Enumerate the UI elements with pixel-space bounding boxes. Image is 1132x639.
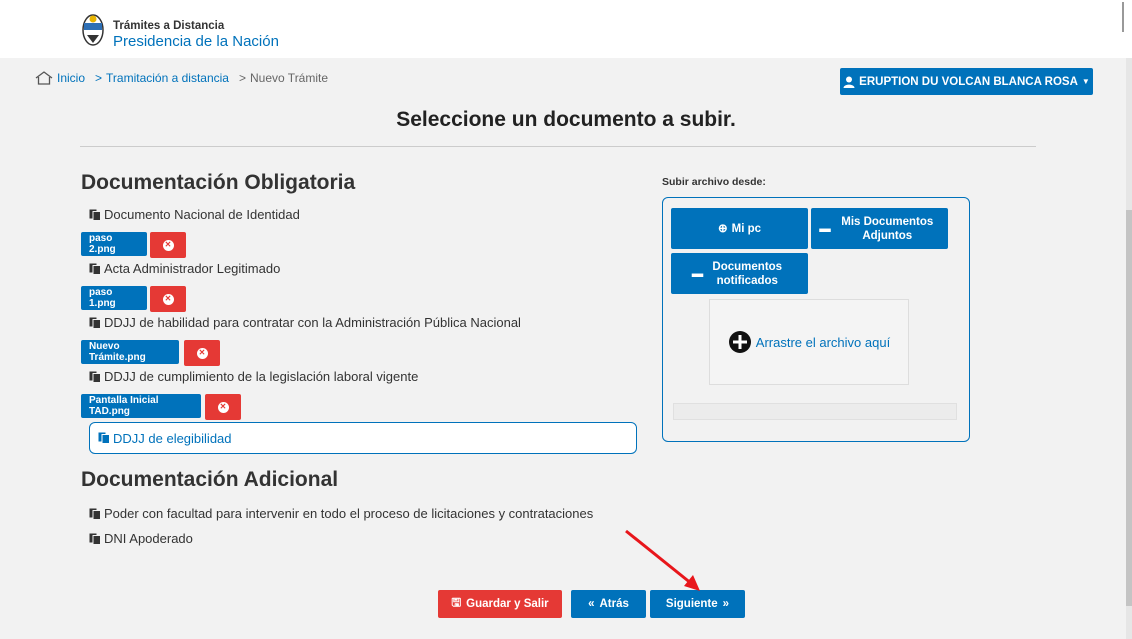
mis-documentos-label: Mis Documentos Adjuntos xyxy=(841,215,934,242)
section-title-obligatoria: Documentación Obligatoria xyxy=(81,171,356,194)
breadcrumb-separator: > xyxy=(95,71,103,85)
national-seal-icon xyxy=(82,14,104,46)
additional-doc-item[interactable]: Poder con facultad para intervenir en to… xyxy=(89,506,593,521)
attached-file-chip[interactable]: paso 2.png xyxy=(81,232,147,256)
selected-doc-label: DDJJ de elegibilidad xyxy=(113,430,232,446)
dropzone-label: Arrastre el archivo aquí xyxy=(755,334,891,350)
main-area: Inicio > Tramitación a distancia > Nuevo… xyxy=(0,58,1132,639)
document-icon xyxy=(89,533,101,545)
close-icon: ✕ xyxy=(162,239,174,251)
divider xyxy=(80,146,1036,147)
page-title: Seleccione un documento a subir. xyxy=(396,108,736,131)
annotation-arrow-icon xyxy=(625,529,700,591)
caret-down-icon: ▼ xyxy=(1081,77,1090,86)
attached-file-chip[interactable]: Nuevo Trámite.png xyxy=(81,340,179,364)
brand-title[interactable]: Presidencia de la Nación xyxy=(113,33,279,50)
save-and-exit-button[interactable]: 🖫 Guardar y Salir xyxy=(438,590,562,618)
additional-doc-item[interactable]: DNI Apoderado xyxy=(89,531,193,546)
document-icon xyxy=(89,317,101,329)
delete-file-button[interactable]: ✕ xyxy=(184,340,220,366)
additional-doc-label: DNI Apoderado xyxy=(104,531,193,546)
user-menu-button[interactable]: ERUPTION DU VOLCAN BLANCA ROSA ▼ xyxy=(840,68,1093,95)
next-label: Siguiente xyxy=(665,598,718,610)
required-doc-label: DDJJ de habilidad para contratar con la … xyxy=(104,315,521,330)
document-icon xyxy=(98,432,110,444)
additional-doc-label: Poder con facultad para intervenir en to… xyxy=(104,506,594,521)
required-doc-item[interactable]: Documento Nacional de Identidad xyxy=(89,207,300,222)
upload-circle-icon: ⊕ xyxy=(717,222,728,235)
section-title-adicional: Documentación Adicional xyxy=(81,468,339,491)
mi-pc-label: Mi pc xyxy=(731,222,762,235)
document-icon xyxy=(89,209,101,221)
window-edge xyxy=(1122,2,1124,32)
brand-subtitle: Trámites a Distancia xyxy=(113,20,225,32)
required-doc-item[interactable]: Acta Administrador Legitimado xyxy=(89,261,280,276)
close-icon: ✕ xyxy=(162,293,174,305)
folder-open-icon: ▬ xyxy=(819,222,831,235)
scrollbar-thumb[interactable] xyxy=(1126,210,1132,606)
mi-pc-button[interactable]: ⊕ Mi pc xyxy=(671,208,808,249)
breadcrumb-current: Nuevo Trámite xyxy=(250,71,329,85)
dropzone[interactable]: Arrastre el archivo aquí xyxy=(709,299,909,385)
documentos-notificados-button[interactable]: ▬ Documentos notificados xyxy=(671,253,808,294)
upload-source-label: Subir archivo desde: xyxy=(662,176,766,188)
required-doc-label: Documento Nacional de Identidad xyxy=(104,207,300,222)
required-doc-label: DDJJ de cumplimiento de la legislación l… xyxy=(104,369,419,384)
mis-documentos-button[interactable]: ▬ Mis Documentos Adjuntos xyxy=(811,208,948,249)
breadcrumb-level1-link[interactable]: Tramitación a distancia xyxy=(106,71,229,85)
header: Trámites a Distancia Presidencia de la N… xyxy=(0,0,1132,58)
close-icon: ✕ xyxy=(217,401,229,413)
back-label: Atrás xyxy=(599,598,629,610)
user-name: ERUPTION DU VOLCAN BLANCA ROSA xyxy=(859,75,1078,88)
double-chevron-left-icon: « xyxy=(588,598,595,610)
plus-circle-icon xyxy=(728,331,751,353)
required-doc-item[interactable]: DDJJ de habilidad para contratar con la … xyxy=(89,315,521,330)
home-icon[interactable] xyxy=(35,71,53,85)
document-icon xyxy=(89,371,101,383)
save-icon: 🖫 xyxy=(451,596,462,609)
close-icon: ✕ xyxy=(196,347,208,359)
folder-open-icon: ▬ xyxy=(691,267,704,280)
delete-file-button[interactable]: ✕ xyxy=(150,286,186,312)
save-label: Guardar y Salir xyxy=(466,598,549,610)
delete-file-button[interactable]: ✕ xyxy=(150,232,186,258)
selected-required-doc[interactable]: DDJJ de elegibilidad xyxy=(89,422,637,454)
document-icon xyxy=(89,508,101,520)
attached-file-chip[interactable]: Pantalla Inicial TAD.png xyxy=(81,394,201,418)
breadcrumb-separator: > xyxy=(238,71,246,85)
user-icon xyxy=(843,76,855,88)
documentos-notificados-label: Documentos notificados xyxy=(712,260,783,287)
content: Inicio > Tramitación a distancia > Nuevo… xyxy=(0,58,1126,639)
upload-progress-track xyxy=(673,403,957,420)
document-icon xyxy=(89,263,101,275)
double-chevron-right-icon: » xyxy=(722,598,730,610)
attached-file-chip[interactable]: paso 1.png xyxy=(81,286,147,310)
delete-file-button[interactable]: ✕ xyxy=(205,394,241,420)
required-doc-label: Acta Administrador Legitimado xyxy=(104,261,281,276)
required-doc-item[interactable]: DDJJ de cumplimiento de la legislación l… xyxy=(89,369,418,384)
breadcrumb: Inicio > Tramitación a distancia > Nuevo… xyxy=(35,71,328,85)
breadcrumb-home-link[interactable]: Inicio xyxy=(57,71,85,85)
